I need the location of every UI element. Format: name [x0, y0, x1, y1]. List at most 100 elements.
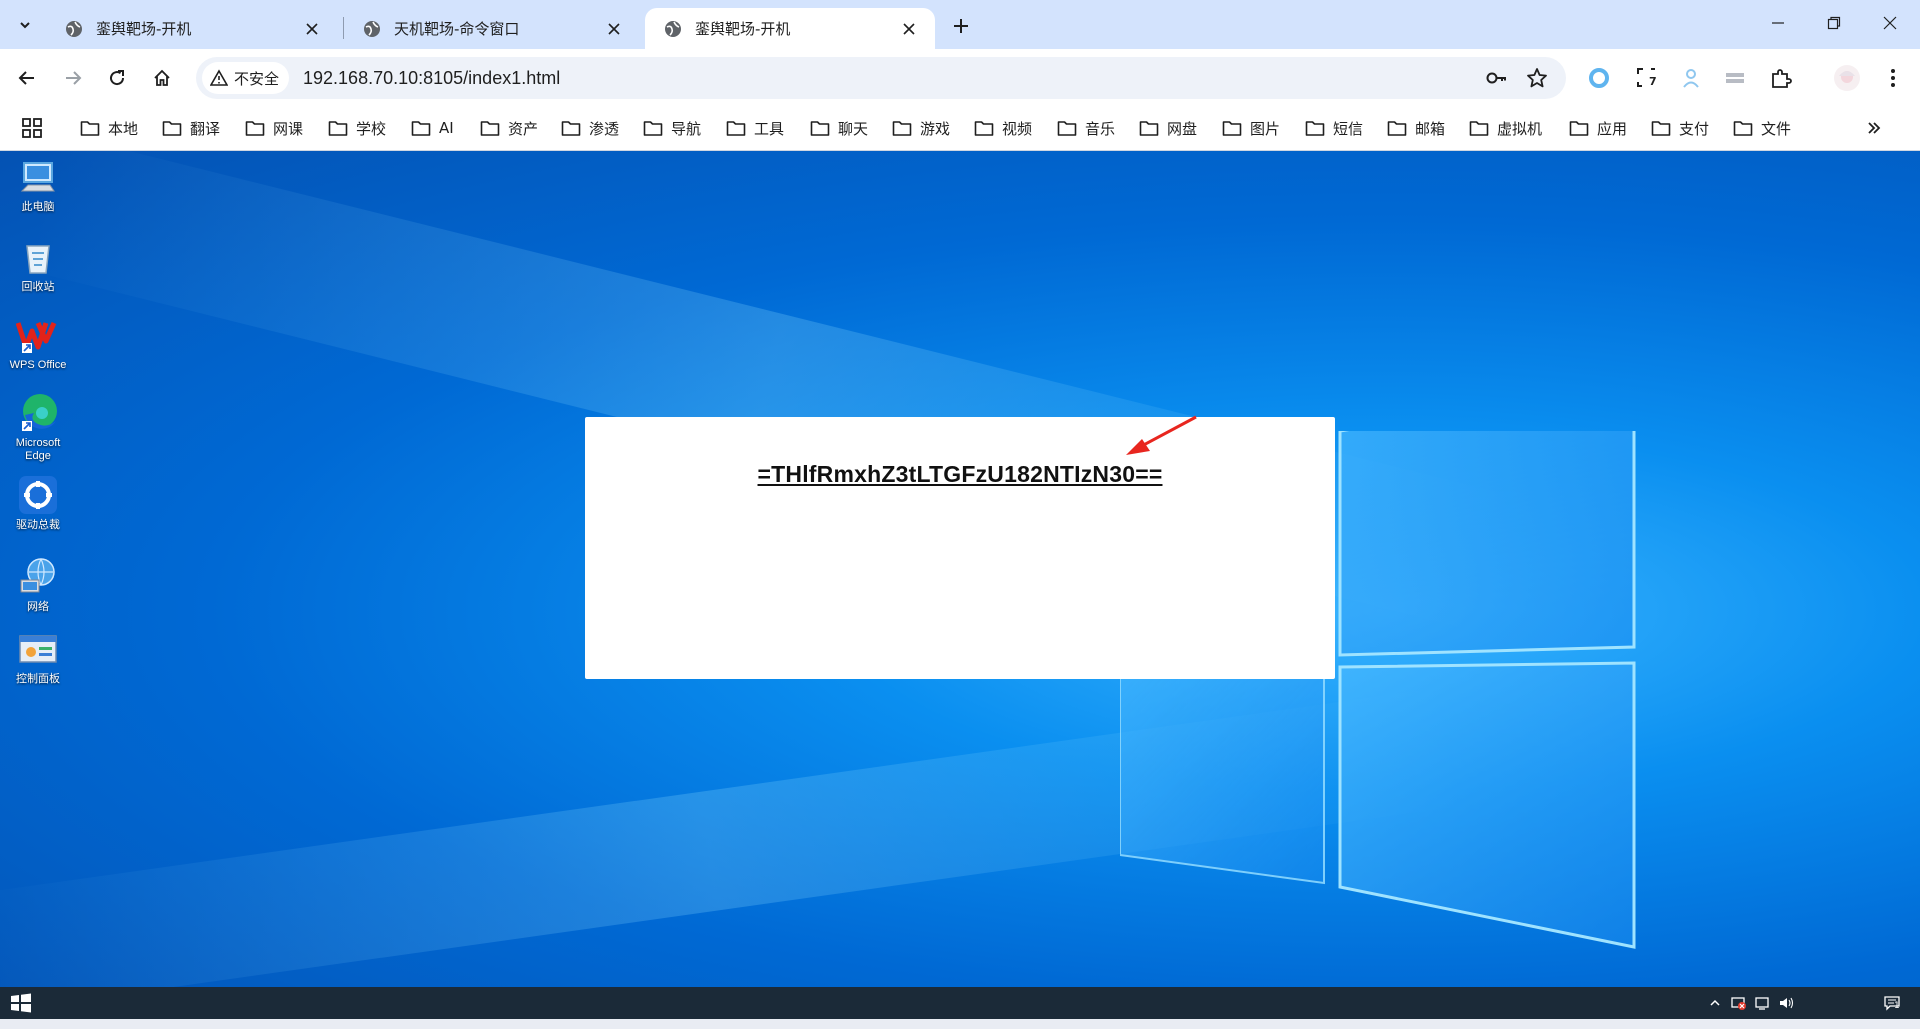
bookmark-label: 网课: [273, 119, 304, 138]
desktop-icon-this-pc[interactable]: 此电脑: [4, 155, 72, 214]
extensions-button[interactable]: [1764, 61, 1798, 95]
control-panel-icon: [19, 635, 57, 663]
bookmark-folder[interactable]: 导航: [643, 114, 701, 142]
tray-network[interactable]: [1755, 995, 1771, 1011]
tray-volume[interactable]: [1778, 995, 1794, 1011]
plus-icon: [954, 19, 968, 33]
globe-icon: [364, 20, 380, 37]
bookmark-folder[interactable]: 音乐: [1057, 114, 1115, 142]
close-icon: [608, 22, 620, 35]
bookmark-folder[interactable]: 网课: [245, 114, 303, 142]
network-warning-icon: [1731, 997, 1746, 1010]
bookmark-folder[interactable]: 邮箱: [1387, 114, 1445, 142]
tray-overflow-button[interactable]: [1707, 995, 1723, 1011]
folder-icon: [974, 121, 994, 136]
folder-icon: [1057, 121, 1077, 136]
tab-close-button[interactable]: [897, 17, 921, 41]
close-icon: [306, 22, 318, 35]
bookmark-label: 网盘: [1167, 119, 1198, 138]
extension-circle[interactable]: [1582, 61, 1616, 95]
bookmark-folder[interactable]: 学校: [328, 114, 386, 142]
tab-search-button[interactable]: [8, 9, 42, 41]
apps-grid-icon[interactable]: [20, 116, 44, 140]
more-bookmarks-button[interactable]: [1862, 116, 1886, 140]
restore-button[interactable]: [1806, 0, 1862, 46]
reload-button[interactable]: [100, 61, 134, 95]
extension-translate[interactable]: [1674, 61, 1708, 95]
desktop-icon-driver[interactable]: 驱动总裁: [4, 473, 72, 532]
bookmark-label: 游戏: [920, 119, 951, 138]
bookmark-folder[interactable]: 工具: [726, 114, 784, 142]
back-button[interactable]: [10, 61, 44, 95]
bookmark-folder[interactable]: 翻译: [162, 114, 220, 142]
tab-close-button[interactable]: [602, 17, 626, 41]
tray-network-warning[interactable]: [1731, 995, 1747, 1011]
globe-icon: [665, 20, 681, 37]
tab-3-active[interactable]: 銮舆靶场-开机: [645, 8, 935, 49]
recycle-bin-icon: [26, 245, 50, 274]
bookmark-label: 学校: [356, 119, 387, 138]
desktop-icon-control-panel[interactable]: 控制面板: [4, 627, 72, 686]
tab-2[interactable]: 天机靶场-命令窗口: [344, 8, 640, 49]
more-vertical-icon: [1891, 69, 1895, 87]
extension-stack[interactable]: [1718, 61, 1752, 95]
folder-icon: [328, 121, 348, 136]
bookmark-label: 导航: [671, 119, 702, 138]
bookmark-label: 聊天: [838, 119, 869, 138]
bookmark-label: 支付: [1679, 119, 1710, 138]
forward-button[interactable]: [56, 61, 90, 95]
bookmark-folder[interactable]: 图片: [1222, 114, 1280, 142]
tab-1[interactable]: 銮舆靶场-开机: [46, 8, 338, 49]
bookmarks-bar: 本地 翻译 网课 学校 AI 资产 渗透 导航 工具 聊天 游戏 视频 音乐 网盘 图片 短信 邮箱 虚拟机 应用 支…: [0, 106, 1920, 151]
desktop-icon-network[interactable]: 网络: [4, 555, 72, 614]
bookmark-folder[interactable]: 应用: [1569, 114, 1627, 142]
bookmark-folder[interactable]: 视频: [974, 114, 1032, 142]
close-icon: [1883, 16, 1897, 30]
encoded-flag-text: =THlfRmxhZ3tLTGFzU182NTIzN30==: [757, 461, 1163, 487]
close-window-button[interactable]: [1862, 0, 1918, 46]
home-button[interactable]: [145, 61, 179, 95]
bookmark-folder[interactable]: 虚拟机: [1469, 114, 1542, 142]
desktop-icon-recycle-bin[interactable]: 回收站: [4, 235, 72, 294]
minimize-button[interactable]: [1750, 0, 1806, 46]
windows-taskbar: 1: [0, 987, 1920, 1019]
bookmark-folder[interactable]: 渗透: [561, 114, 619, 142]
bookmark-label: 文件: [1761, 119, 1792, 138]
bookmark-folder[interactable]: 文件: [1733, 114, 1791, 142]
bookmark-folder[interactable]: 本地: [80, 114, 138, 142]
folder-icon: [810, 121, 830, 136]
profile-avatar[interactable]: [1830, 61, 1864, 95]
desktop-icon-edge[interactable]: Microsoft Edge: [4, 391, 72, 463]
tab-close-button[interactable]: [300, 17, 324, 41]
password-key-button[interactable]: [1484, 65, 1510, 91]
stack-extension-icon: [1726, 73, 1744, 83]
windows-start-icon[interactable]: [10, 993, 32, 1013]
bookmark-folder[interactable]: 聊天: [810, 114, 868, 142]
security-indicator[interactable]: 不安全: [202, 62, 290, 94]
bookmark-folder[interactable]: 短信: [1305, 114, 1363, 142]
person-extension-icon: [1683, 69, 1699, 88]
bookmark-label: 邮箱: [1415, 119, 1446, 138]
bookmark-label: 短信: [1333, 119, 1364, 138]
folder-icon: [1222, 121, 1242, 136]
browser-menu-button[interactable]: [1876, 61, 1910, 95]
folder-icon: [411, 121, 431, 136]
volume-icon: [1780, 997, 1794, 1009]
folder-icon: [162, 121, 182, 136]
bookmark-folder[interactable]: 游戏: [892, 114, 950, 142]
address-bar[interactable]: 不安全 192.168.70.10:8105/index1.html: [196, 57, 1566, 99]
extension-screenshot[interactable]: 7: [1630, 61, 1664, 95]
bookmark-star-button[interactable]: [1524, 65, 1550, 91]
tray-notifications[interactable]: 1: [1884, 995, 1900, 1011]
bookmark-folder[interactable]: 支付: [1651, 114, 1709, 142]
new-tab-button[interactable]: [946, 11, 976, 41]
warning-icon: [210, 69, 228, 86]
restore-icon: [1827, 16, 1841, 30]
bookmark-folder[interactable]: AI: [411, 114, 454, 142]
bookmark-folder[interactable]: 网盘: [1139, 114, 1197, 142]
bookmark-folder[interactable]: 资产: [480, 114, 538, 142]
desktop-icon-wps[interactable]: WPS Office: [4, 313, 72, 372]
url-text[interactable]: 192.168.70.10:8105/index1.html: [303, 68, 560, 89]
double-chevron-right-icon: [1868, 122, 1881, 134]
browser-toolbar: 不安全 192.168.70.10:8105/index1.html 7: [0, 49, 1920, 106]
